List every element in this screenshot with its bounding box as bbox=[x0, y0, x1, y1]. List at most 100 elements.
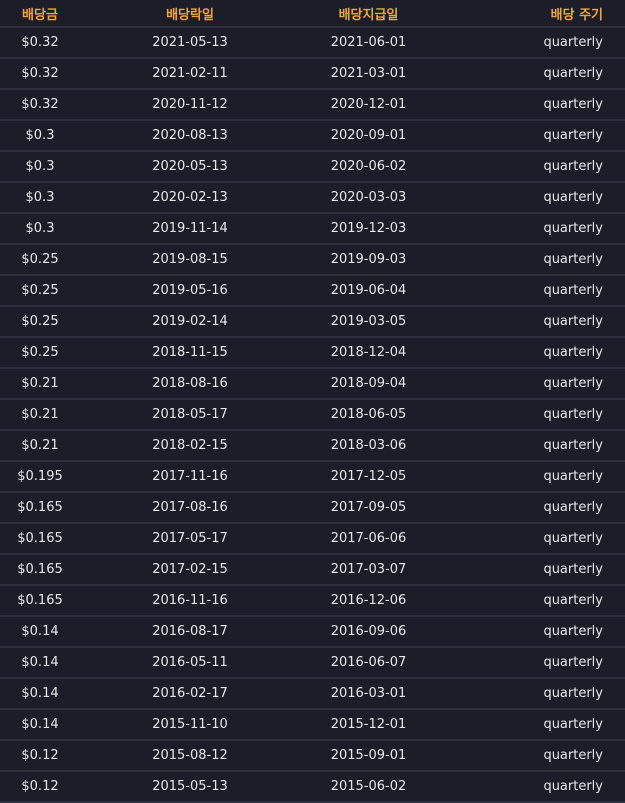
pay-date-cell: 2015-06-02 bbox=[300, 771, 437, 803]
frequency-cell: quarterly bbox=[437, 213, 625, 245]
frequency-cell: quarterly bbox=[437, 709, 625, 741]
ex-date-cell: 2015-05-13 bbox=[80, 771, 300, 803]
ex-date-cell: 2021-05-13 bbox=[80, 27, 300, 59]
pay-date-cell: 2019-03-05 bbox=[300, 306, 437, 338]
ex-date-cell: 2019-05-16 bbox=[80, 275, 300, 307]
pay-date-cell: 2017-09-05 bbox=[300, 492, 437, 524]
amount-cell: $0.14 bbox=[0, 647, 80, 679]
table-row: $0.3 2020-05-13 2020-06-02 quarterly bbox=[0, 151, 625, 183]
frequency-cell: quarterly bbox=[437, 430, 625, 462]
amount-cell: $0.165 bbox=[0, 554, 80, 586]
ex-date-cell: 2020-05-13 bbox=[80, 151, 300, 183]
table-body: $0.32 2021-05-13 2021-06-01 quarterly $0.32 2… bbox=[0, 27, 625, 803]
ex-date-cell: 2018-08-16 bbox=[80, 368, 300, 400]
amount-cell: $0.165 bbox=[0, 585, 80, 617]
table-row: $0.25 2019-08-15 2019-09-03 quarterly bbox=[0, 244, 625, 276]
ex-date-cell: 2016-02-17 bbox=[80, 678, 300, 710]
header-pay-date[interactable]: 배당지급일 bbox=[300, 0, 437, 28]
frequency-cell: quarterly bbox=[437, 616, 625, 648]
pay-date-cell: 2018-12-04 bbox=[300, 337, 437, 369]
table-row: $0.165 2016-11-16 2016-12-06 quarterly bbox=[0, 585, 625, 617]
frequency-cell: quarterly bbox=[437, 306, 625, 338]
table-row: $0.12 2015-05-13 2015-06-02 quarterly bbox=[0, 771, 625, 803]
pay-date-cell: 2018-06-05 bbox=[300, 399, 437, 431]
frequency-cell: quarterly bbox=[437, 554, 625, 586]
pay-date-cell: 2018-09-04 bbox=[300, 368, 437, 400]
table-row: $0.25 2018-11-15 2018-12-04 quarterly bbox=[0, 337, 625, 369]
frequency-cell: quarterly bbox=[437, 244, 625, 276]
frequency-cell: quarterly bbox=[437, 275, 625, 307]
ex-date-cell: 2016-08-17 bbox=[80, 616, 300, 648]
amount-cell: $0.165 bbox=[0, 523, 80, 555]
amount-cell: $0.25 bbox=[0, 337, 80, 369]
table-row: $0.165 2017-05-17 2017-06-06 quarterly bbox=[0, 523, 625, 555]
frequency-cell: quarterly bbox=[437, 523, 625, 555]
amount-cell: $0.165 bbox=[0, 492, 80, 524]
ex-date-cell: 2015-11-10 bbox=[80, 709, 300, 741]
amount-cell: $0.3 bbox=[0, 151, 80, 183]
ex-date-cell: 2019-02-14 bbox=[80, 306, 300, 338]
ex-date-cell: 2020-11-12 bbox=[80, 89, 300, 121]
table-row: $0.3 2019-11-14 2019-12-03 quarterly bbox=[0, 213, 625, 245]
frequency-cell: quarterly bbox=[437, 151, 625, 183]
table-row: $0.14 2016-05-11 2016-06-07 quarterly bbox=[0, 647, 625, 679]
amount-cell: $0.3 bbox=[0, 182, 80, 214]
pay-date-cell: 2016-06-07 bbox=[300, 647, 437, 679]
pay-date-cell: 2020-09-01 bbox=[300, 120, 437, 152]
header-ex-date[interactable]: 배당락일 bbox=[80, 0, 300, 28]
ex-date-cell: 2021-02-11 bbox=[80, 58, 300, 90]
amount-cell: $0.12 bbox=[0, 740, 80, 772]
ex-date-cell: 2017-08-16 bbox=[80, 492, 300, 524]
ex-date-cell: 2019-08-15 bbox=[80, 244, 300, 276]
pay-date-cell: 2019-06-04 bbox=[300, 275, 437, 307]
frequency-cell: quarterly bbox=[437, 492, 625, 524]
table-row: $0.21 2018-05-17 2018-06-05 quarterly bbox=[0, 399, 625, 431]
ex-date-cell: 2017-02-15 bbox=[80, 554, 300, 586]
pay-date-cell: 2018-03-06 bbox=[300, 430, 437, 462]
frequency-cell: quarterly bbox=[437, 27, 625, 59]
table-row: $0.32 2021-05-13 2021-06-01 quarterly bbox=[0, 27, 625, 59]
pay-date-cell: 2016-09-06 bbox=[300, 616, 437, 648]
table-row: $0.165 2017-02-15 2017-03-07 quarterly bbox=[0, 554, 625, 586]
frequency-cell: quarterly bbox=[437, 461, 625, 493]
amount-cell: $0.32 bbox=[0, 89, 80, 121]
ex-date-cell: 2018-11-15 bbox=[80, 337, 300, 369]
ex-date-cell: 2017-05-17 bbox=[80, 523, 300, 555]
pay-date-cell: 2019-12-03 bbox=[300, 213, 437, 245]
header-amount[interactable]: 배당금 bbox=[0, 0, 80, 28]
amount-cell: $0.21 bbox=[0, 368, 80, 400]
table-row: $0.3 2020-02-13 2020-03-03 quarterly bbox=[0, 182, 625, 214]
table-row: $0.3 2020-08-13 2020-09-01 quarterly bbox=[0, 120, 625, 152]
frequency-cell: quarterly bbox=[437, 399, 625, 431]
amount-cell: $0.32 bbox=[0, 58, 80, 90]
header-frequency[interactable]: 배당 주기 bbox=[437, 0, 625, 28]
frequency-cell: quarterly bbox=[437, 120, 625, 152]
table-row: $0.14 2016-02-17 2016-03-01 quarterly bbox=[0, 678, 625, 710]
frequency-cell: quarterly bbox=[437, 740, 625, 772]
ex-date-cell: 2018-05-17 bbox=[80, 399, 300, 431]
header-row: 배당금 배당락일 배당지급일 배당 주기 bbox=[0, 0, 625, 28]
pay-date-cell: 2015-09-01 bbox=[300, 740, 437, 772]
frequency-cell: quarterly bbox=[437, 771, 625, 803]
pay-date-cell: 2016-12-06 bbox=[300, 585, 437, 617]
table-row: $0.12 2015-08-12 2015-09-01 quarterly bbox=[0, 740, 625, 772]
pay-date-cell: 2021-03-01 bbox=[300, 58, 437, 90]
pay-date-cell: 2017-06-06 bbox=[300, 523, 437, 555]
pay-date-cell: 2020-12-01 bbox=[300, 89, 437, 121]
table-row: $0.25 2019-02-14 2019-03-05 quarterly bbox=[0, 306, 625, 338]
ex-date-cell: 2020-02-13 bbox=[80, 182, 300, 214]
table-row: $0.165 2017-08-16 2017-09-05 quarterly bbox=[0, 492, 625, 524]
pay-date-cell: 2017-03-07 bbox=[300, 554, 437, 586]
amount-cell: $0.14 bbox=[0, 678, 80, 710]
table-row: $0.14 2016-08-17 2016-09-06 quarterly bbox=[0, 616, 625, 648]
table-row: $0.32 2020-11-12 2020-12-01 quarterly bbox=[0, 89, 625, 121]
pay-date-cell: 2017-12-05 bbox=[300, 461, 437, 493]
frequency-cell: quarterly bbox=[437, 337, 625, 369]
table-row: $0.32 2021-02-11 2021-03-01 quarterly bbox=[0, 58, 625, 90]
table-header: 배당금 배당락일 배당지급일 배당 주기 bbox=[0, 0, 625, 28]
ex-date-cell: 2018-02-15 bbox=[80, 430, 300, 462]
pay-date-cell: 2020-06-02 bbox=[300, 151, 437, 183]
table-row: $0.195 2017-11-16 2017-12-05 quarterly bbox=[0, 461, 625, 493]
amount-cell: $0.3 bbox=[0, 213, 80, 245]
pay-date-cell: 2016-03-01 bbox=[300, 678, 437, 710]
